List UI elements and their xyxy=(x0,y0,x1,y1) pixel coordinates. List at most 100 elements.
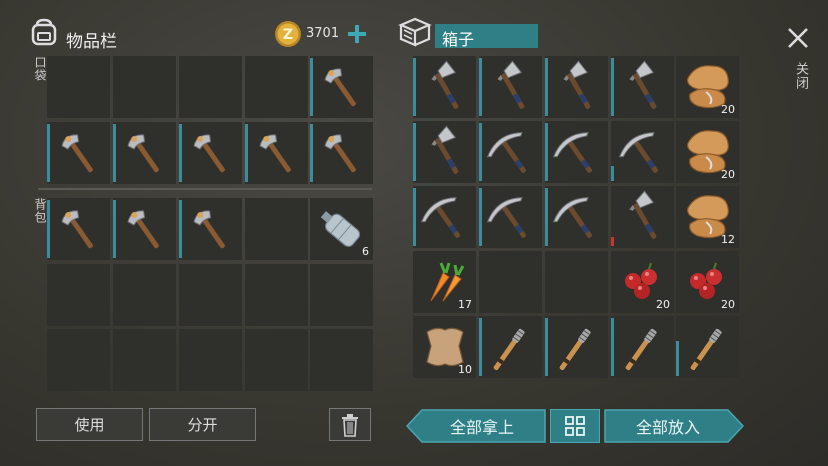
item-count: 20 xyxy=(721,103,735,116)
inventory-slot[interactable] xyxy=(179,56,242,118)
box-slot[interactable] xyxy=(611,56,674,118)
close-label: 关闭 xyxy=(793,62,808,90)
box-slot[interactable]: 20 xyxy=(611,251,674,313)
torch-club-icon xyxy=(493,328,525,371)
box-slot[interactable] xyxy=(413,121,476,183)
inventory-slot[interactable] xyxy=(113,264,176,326)
box-slot[interactable] xyxy=(413,186,476,248)
coin-amount: 3701 xyxy=(306,26,340,41)
inventory-slot[interactable] xyxy=(47,264,110,326)
inventory-slot[interactable] xyxy=(310,264,373,326)
axe-icon xyxy=(431,125,459,174)
inventory-slot[interactable] xyxy=(245,264,308,326)
hatchet-icon xyxy=(259,134,291,173)
inventory-slot[interactable] xyxy=(245,122,308,184)
inventory-slot[interactable] xyxy=(179,198,242,260)
inventory-slot[interactable] xyxy=(310,122,373,184)
split-button[interactable]: 分开 xyxy=(149,408,256,441)
box-slot[interactable]: 20 xyxy=(676,251,739,313)
box-title-field[interactable]: 箱子 xyxy=(435,24,538,49)
axe-icon xyxy=(629,190,657,239)
hatchet-icon xyxy=(324,134,356,173)
box-slot[interactable] xyxy=(545,56,608,118)
box-slot[interactable] xyxy=(413,56,476,118)
inventory-slot[interactable] xyxy=(113,329,176,391)
box-slot[interactable] xyxy=(611,121,674,183)
box-slot[interactable] xyxy=(545,316,608,378)
inventory-slot[interactable] xyxy=(310,329,373,391)
inventory-slot[interactable] xyxy=(113,198,176,260)
put-all-label: 全部放入 xyxy=(635,418,700,437)
box-title: 箱子 xyxy=(442,30,475,49)
inventory-slot[interactable] xyxy=(47,329,110,391)
pickaxe-icon xyxy=(420,197,461,238)
divider xyxy=(38,188,372,190)
svg-text:Z: Z xyxy=(283,27,293,43)
box-slot[interactable] xyxy=(479,56,542,118)
item-count: 12 xyxy=(721,233,735,246)
inventory-slot[interactable]: 6 xyxy=(310,198,373,260)
item-count: 10 xyxy=(458,363,472,376)
axe-icon xyxy=(563,60,591,109)
hatchet-icon xyxy=(127,210,159,249)
inventory-slot[interactable] xyxy=(179,264,242,326)
pickaxe-icon xyxy=(552,197,593,238)
trash-button[interactable] xyxy=(329,408,371,441)
box-slot[interactable]: 20 xyxy=(676,56,739,118)
inventory-slot[interactable] xyxy=(179,122,242,184)
backpack-icon xyxy=(28,16,60,48)
inventory-slot[interactable] xyxy=(179,329,242,391)
box-slot[interactable]: 20 xyxy=(676,121,739,183)
box-slot[interactable] xyxy=(479,121,542,183)
box-slot[interactable] xyxy=(479,251,542,313)
box-slot[interactable] xyxy=(611,186,674,248)
hatchet-icon xyxy=(193,210,225,249)
axe-icon xyxy=(629,60,657,109)
box-slot[interactable]: 10 xyxy=(413,316,476,378)
take-all-label: 全部拿上 xyxy=(449,418,514,437)
inventory-slot[interactable] xyxy=(245,329,308,391)
box-slot[interactable] xyxy=(479,316,542,378)
coin-icon: Z xyxy=(274,20,302,48)
inventory-title: 物品栏 xyxy=(66,32,117,52)
hatchet-icon xyxy=(193,134,225,173)
inventory-slot[interactable] xyxy=(310,56,373,118)
take-all-button[interactable]: 全部拿上 xyxy=(406,409,546,443)
inventory-slot[interactable] xyxy=(47,122,110,184)
pickaxe-icon xyxy=(618,132,659,173)
inventory-slot[interactable] xyxy=(47,56,110,118)
pickaxe-icon xyxy=(486,132,527,173)
item-count: 6 xyxy=(362,245,369,258)
axe-icon xyxy=(497,60,525,109)
plus-icon xyxy=(348,25,366,43)
use-label: 使用 xyxy=(74,416,105,434)
hatchet-icon xyxy=(127,134,159,173)
close-button[interactable]: 关闭 xyxy=(782,22,814,102)
grid-icon xyxy=(565,416,585,436)
box-slot[interactable] xyxy=(676,316,739,378)
inventory-slot[interactable] xyxy=(113,122,176,184)
put-all-button[interactable]: 全部放入 xyxy=(604,409,744,443)
pickaxe-icon xyxy=(552,132,593,173)
box-icon xyxy=(398,16,432,48)
hatchet-icon xyxy=(324,68,356,107)
use-button[interactable]: 使用 xyxy=(36,408,143,441)
close-icon xyxy=(788,28,808,48)
item-count: 20 xyxy=(721,168,735,181)
box-slot[interactable] xyxy=(545,186,608,248)
box-slot[interactable] xyxy=(479,186,542,248)
sort-button[interactable] xyxy=(550,409,600,443)
box-slot[interactable]: 12 xyxy=(676,186,739,248)
inventory-slot[interactable] xyxy=(47,198,110,260)
inventory-slot[interactable] xyxy=(113,56,176,118)
box-slot[interactable] xyxy=(611,316,674,378)
inventory-slot[interactable] xyxy=(245,198,308,260)
inventory-slot[interactable] xyxy=(245,56,308,118)
hatchet-icon xyxy=(61,210,93,249)
box-slot[interactable]: 17 xyxy=(413,251,476,313)
box-slot[interactable] xyxy=(545,121,608,183)
add-coins-button[interactable] xyxy=(346,22,368,46)
split-label: 分开 xyxy=(187,416,218,434)
box-slot[interactable] xyxy=(545,251,608,313)
item-count: 20 xyxy=(721,298,735,311)
